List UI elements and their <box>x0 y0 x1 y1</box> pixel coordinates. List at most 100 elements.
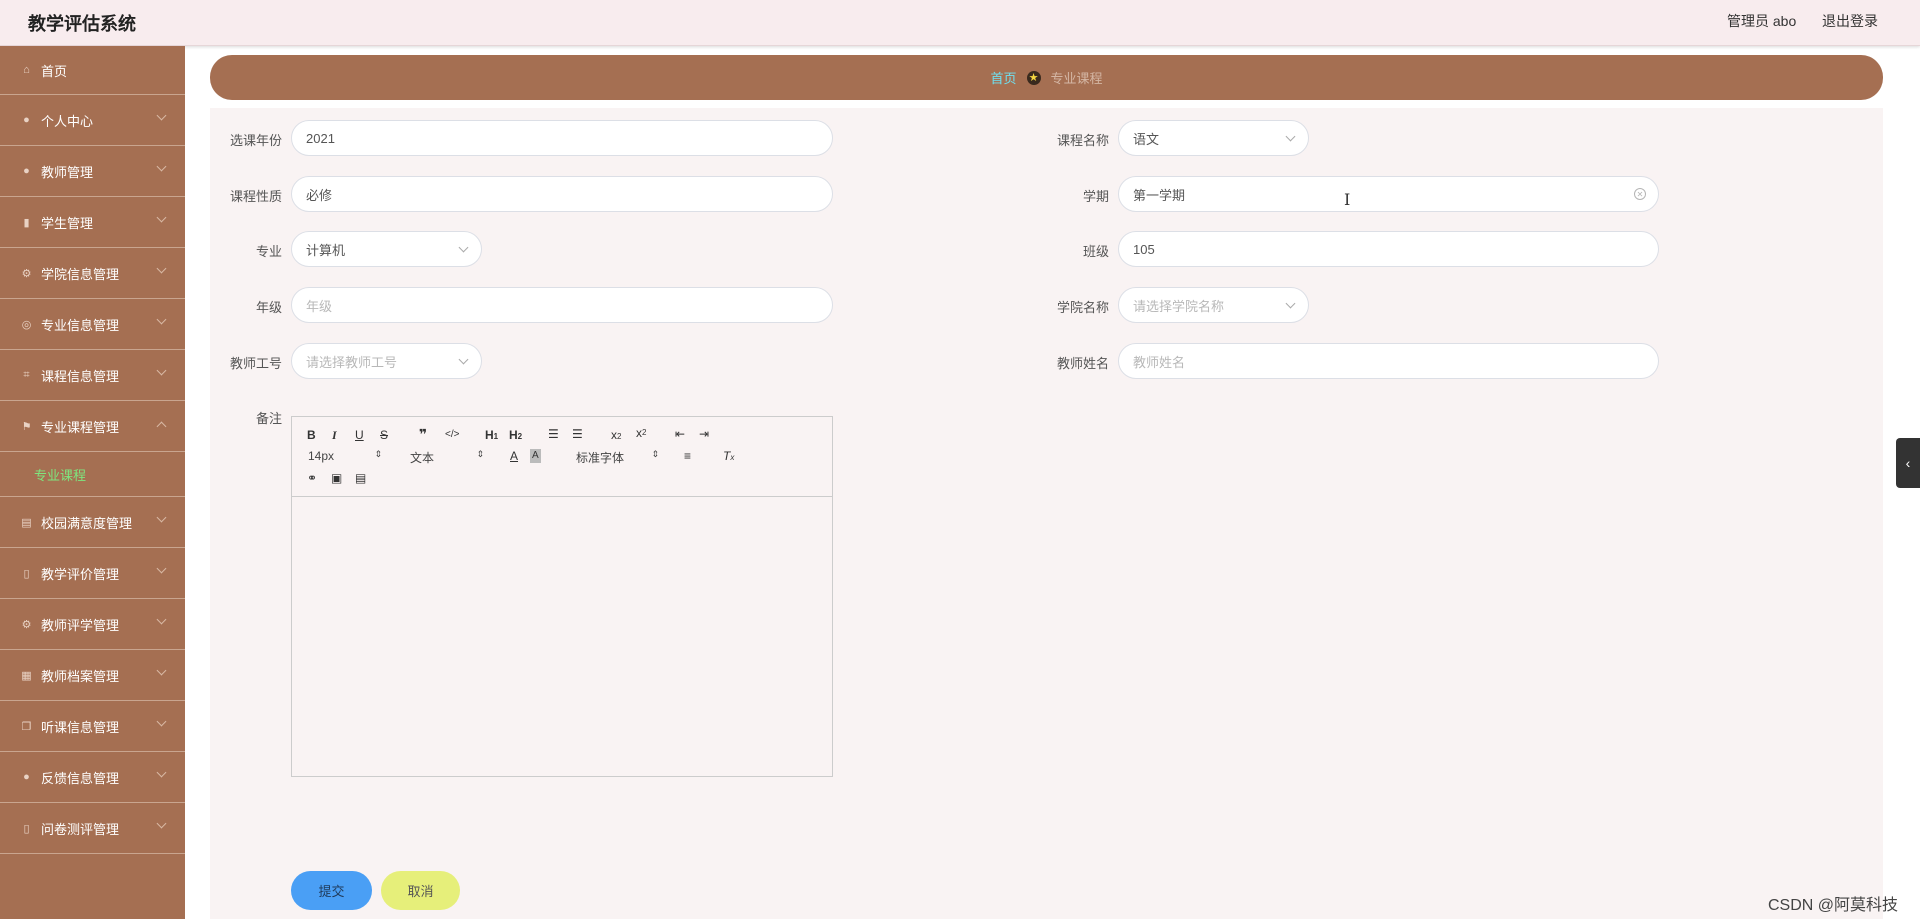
text-cursor-icon: I <box>1344 190 1351 209</box>
grid-icon: ▦ <box>21 669 32 682</box>
underline-icon[interactable]: U <box>355 428 364 442</box>
header-select-value: 文本 <box>410 451 435 465</box>
sidebar-subitem-major-course[interactable]: 专业课程 <box>0 452 185 497</box>
heading1-icon[interactable]: H1 <box>485 428 498 444</box>
heading2-icon[interactable]: H2 <box>509 428 522 444</box>
chevron-down-icon <box>156 614 167 625</box>
sidebar-item-label: 学院信息管理 <box>41 266 120 282</box>
sidebar-item-major-course-mgmt[interactable]: ⚑ 专业课程管理 <box>0 401 185 452</box>
term-label: 学期 <box>1082 189 1109 204</box>
sidebar-item-personal-center[interactable]: ● 个人中心 <box>0 95 185 146</box>
blockquote-icon[interactable]: ❞ <box>419 427 427 441</box>
class-value: 105 <box>1133 241 1155 257</box>
clear-format-icon[interactable]: Tx <box>723 449 734 465</box>
logout-link[interactable]: 退出登录 <box>1822 11 1878 31</box>
user-icon: ● <box>23 165 30 177</box>
sidebar-item-feedback-info[interactable]: ● 反馈信息管理 <box>0 752 185 803</box>
chevron-down-icon <box>156 512 167 523</box>
strikethrough-icon[interactable]: S <box>380 428 388 442</box>
star-icon: ★ <box>1026 70 1041 85</box>
editor-content-area[interactable] <box>292 497 832 776</box>
breadcrumb-current: 专业课程 <box>1050 71 1103 86</box>
nature-value: 必修 <box>306 187 333 203</box>
teacher-id-label: 教师工号 <box>229 356 282 371</box>
chevron-down-icon <box>458 242 469 253</box>
image-icon[interactable]: ▣ <box>331 471 342 485</box>
breadcrumb: 首页 ★ 专业课程 <box>210 55 1883 100</box>
bold-icon[interactable]: B <box>307 428 316 442</box>
sidebar-item-college-info[interactable]: ⚙ 学院信息管理 <box>0 248 185 299</box>
header-select[interactable]: 文本 ⇕ <box>410 449 484 466</box>
link-icon[interactable]: ⚭ <box>307 471 317 485</box>
code-block-icon[interactable]: </> <box>445 428 459 442</box>
sidebar-item-teacher-review[interactable]: ⚙ 教师评学管理 <box>0 599 185 650</box>
align-icon[interactable]: ≡ <box>684 449 691 463</box>
term-value: 第一学期 <box>1133 187 1186 203</box>
sidebar-item-teacher-mgmt[interactable]: ● 教师管理 <box>0 146 185 197</box>
sidebar-subitem-label: 专业课程 <box>34 467 87 483</box>
sidebar-item-major-info[interactable]: ◎ 专业信息管理 <box>0 299 185 350</box>
breadcrumb-home[interactable]: 首页 <box>990 68 1016 87</box>
chevron-down-icon <box>156 716 167 727</box>
sidebar-item-label: 学生管理 <box>41 215 94 231</box>
term-input[interactable]: 第一学期 ✕ <box>1118 176 1659 212</box>
submit-button[interactable]: 提交 <box>291 871 372 910</box>
cancel-button[interactable]: 取消 <box>381 871 460 910</box>
major-select[interactable]: 计算机 <box>291 231 482 267</box>
chevron-down-icon <box>156 161 167 172</box>
video-icon[interactable]: ▤ <box>355 471 366 485</box>
ordered-list-icon[interactable]: ☰ <box>548 427 559 441</box>
crop-icon: ⌗ <box>23 368 30 381</box>
college-label: 学院名称 <box>1056 300 1109 315</box>
chevron-down-icon <box>156 212 167 223</box>
subscript-icon[interactable]: x2 <box>611 428 621 444</box>
teacher-name-input[interactable]: 教师姓名 <box>1118 343 1659 379</box>
sidebar-item-student-mgmt[interactable]: ▮ 学生管理 <box>0 197 185 248</box>
college-placeholder: 请选择学院名称 <box>1133 298 1225 314</box>
sidebar-item-home[interactable]: ⌂ 首页 <box>0 46 185 95</box>
chevron-down-icon <box>156 110 167 121</box>
sidebar-item-label: 教学评价管理 <box>41 566 120 582</box>
teacher-name-label: 教师姓名 <box>1056 356 1109 371</box>
sidebar-item-label: 校园满意度管理 <box>41 515 133 531</box>
sidebar-item-teacher-archive[interactable]: ▦ 教师档案管理 <box>0 650 185 701</box>
nature-input[interactable]: 必修 <box>291 176 833 212</box>
year-label: 选课年份 <box>229 133 282 148</box>
remark-label: 备注 <box>255 411 282 426</box>
grade-input[interactable]: 年级 <box>291 287 833 323</box>
chevron-down-icon <box>156 365 167 376</box>
class-label: 班级 <box>1082 244 1109 259</box>
class-input[interactable]: 105 <box>1118 231 1659 267</box>
mic-icon: ▯ <box>23 567 30 580</box>
course-name-value: 语文 <box>1133 131 1160 147</box>
background-color-icon[interactable]: A <box>530 449 541 463</box>
superscript-icon[interactable]: x2 <box>636 426 646 440</box>
italic-icon[interactable]: I <box>332 428 337 442</box>
chevron-down-icon <box>156 767 167 778</box>
top-header: 教学评估系统 管理员 abo 退出登录 <box>0 0 1920 46</box>
watermark: CSDN @阿莫科技 <box>1768 897 1899 914</box>
college-select[interactable]: 请选择学院名称 <box>1118 287 1309 323</box>
chevron-down-icon <box>156 314 167 325</box>
bullet-list-icon[interactable]: ☰ <box>572 427 583 441</box>
indent-icon[interactable]: ⇥ <box>699 427 709 441</box>
font-size-select[interactable]: 14px ⇕ <box>308 449 382 463</box>
app-title: 教学评估系统 <box>28 14 136 34</box>
outdent-icon[interactable]: ⇤ <box>675 427 685 441</box>
sidebar-item-questionnaire[interactable]: ▯ 问卷测评管理 <box>0 803 185 854</box>
sidebar-item-lecture-info[interactable]: ❐ 听课信息管理 <box>0 701 185 752</box>
editor-toolbar: B I U S ❞ </> H1 H2 ☰ ☰ x2 x2 ⇤ ⇥ 14px ⇕ … <box>292 417 832 497</box>
clear-icon[interactable]: ✕ <box>1634 188 1646 200</box>
sidebar-item-label: 专业课程管理 <box>41 419 120 435</box>
sidebar-item-course-info[interactable]: ⌗ 课程信息管理 <box>0 350 185 401</box>
clipboard-icon: ▤ <box>21 516 32 529</box>
course-name-select[interactable]: 语文 <box>1118 120 1309 156</box>
teacher-id-select[interactable]: 请选择教师工号 <box>291 343 482 379</box>
year-input[interactable]: 2021 <box>291 120 833 156</box>
font-color-icon[interactable]: A <box>510 449 518 463</box>
chevron-left-icon[interactable]: ‹ <box>1896 438 1920 488</box>
font-family-select[interactable]: 标准字体 ⇕ <box>576 449 659 466</box>
sidebar-item-campus-satisfaction[interactable]: ▤ 校园满意度管理 <box>0 497 185 548</box>
sidebar-item-teaching-eval[interactable]: ▯ 教学评价管理 <box>0 548 185 599</box>
admin-username: 管理员 abo <box>1727 13 1797 29</box>
